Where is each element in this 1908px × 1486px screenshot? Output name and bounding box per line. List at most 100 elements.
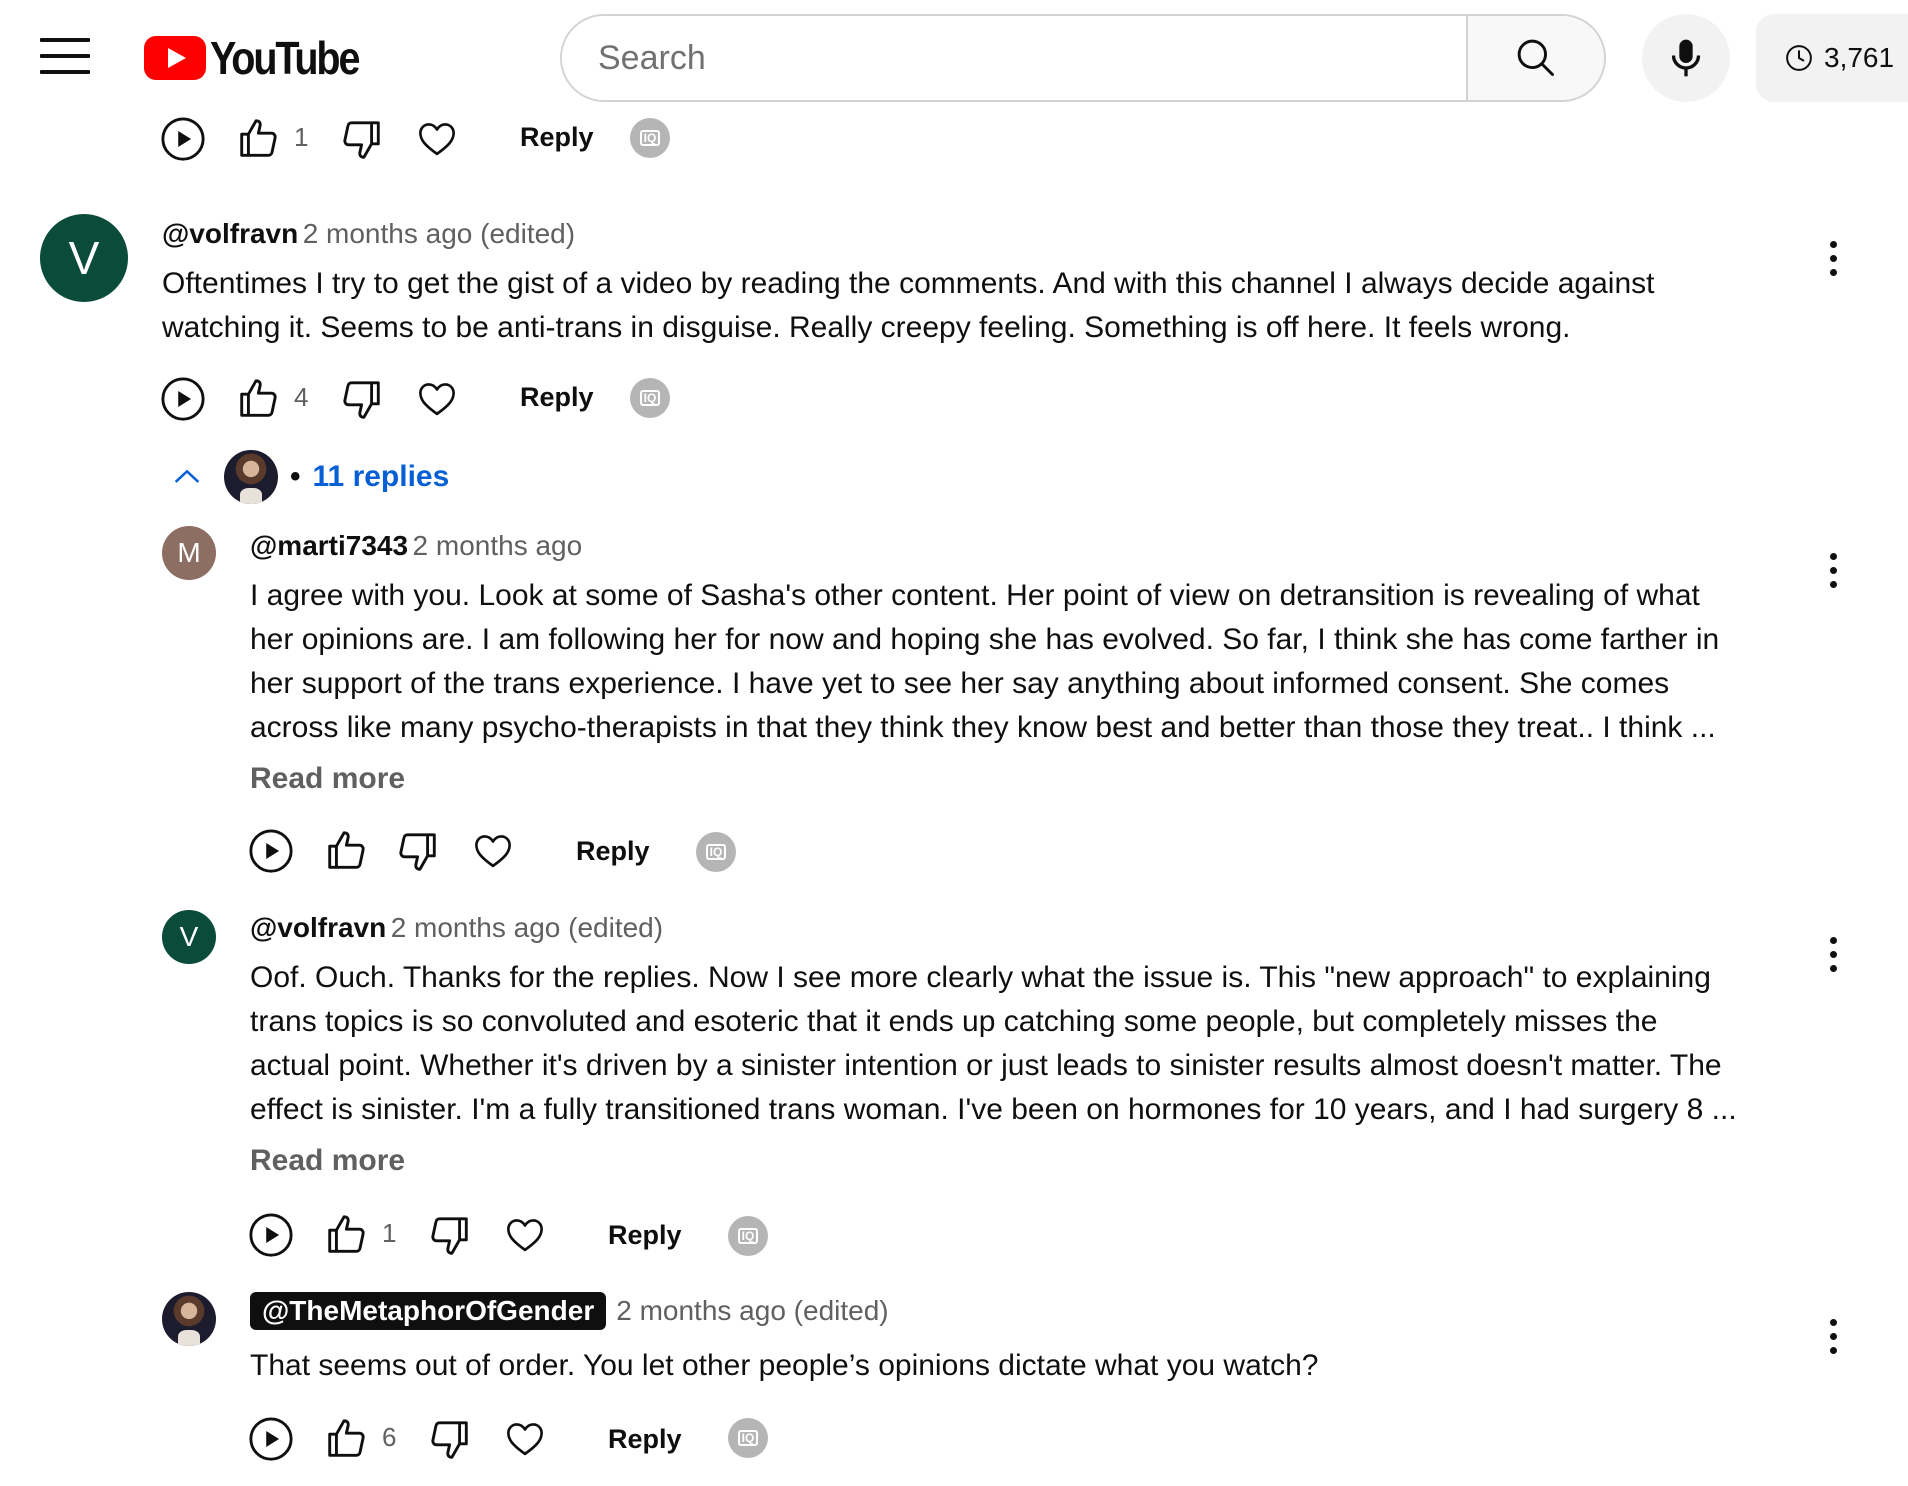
more-vertical-icon bbox=[1829, 268, 1837, 276]
heart-button[interactable] bbox=[414, 376, 460, 422]
thumbs-up-icon bbox=[240, 379, 277, 417]
thumbs-down-icon bbox=[343, 381, 380, 419]
reply-button[interactable]: Reply bbox=[576, 836, 650, 867]
reply-button[interactable]: Reply bbox=[520, 382, 594, 413]
reply-text-line: Oof. Ouch. Thanks for the replies. Now I… bbox=[250, 961, 1711, 994]
voice-search-button[interactable] bbox=[1642, 14, 1730, 102]
avatar-letter: V bbox=[68, 232, 100, 284]
thumbs-up-icon bbox=[328, 1419, 365, 1457]
iq-icon: IQ bbox=[737, 1430, 759, 1446]
reply-text: Oof. Ouch. Thanks for the replies. Now I… bbox=[250, 956, 1770, 1132]
heart-icon bbox=[475, 835, 511, 868]
read-more-link[interactable]: Read more bbox=[250, 762, 405, 796]
like-button[interactable] bbox=[322, 1414, 370, 1462]
read-more-link[interactable]: Read more bbox=[250, 1144, 405, 1178]
comment-text: Oftentimes I try to get the gist of a vi… bbox=[162, 262, 1722, 350]
play-comment-button[interactable] bbox=[248, 1416, 294, 1462]
watch-history-button[interactable]: 3,761 bbox=[1756, 14, 1908, 102]
avatar-letter: M bbox=[177, 537, 201, 568]
like-count: 1 bbox=[382, 1218, 397, 1248]
search-input[interactable] bbox=[562, 16, 1466, 100]
heart-icon bbox=[419, 383, 455, 416]
iq-icon: IQ bbox=[705, 844, 727, 860]
iq-icon: IQ bbox=[737, 1228, 759, 1244]
menu-icon-bar bbox=[40, 54, 90, 58]
chevron-up-icon bbox=[174, 469, 200, 483]
reply-text-line: That seems out of order. You let other p… bbox=[250, 1349, 1319, 1382]
thumbs-down-icon bbox=[431, 1421, 468, 1459]
iq-icon: IQ bbox=[639, 130, 661, 146]
avatar[interactable]: V bbox=[40, 214, 128, 302]
like-button[interactable] bbox=[322, 1210, 370, 1258]
more-vertical-icon bbox=[1829, 964, 1837, 972]
play-comment-button[interactable] bbox=[160, 116, 206, 162]
more-vertical-icon bbox=[1829, 1346, 1837, 1354]
extension-iq-button[interactable]: IQ bbox=[728, 1418, 768, 1458]
reply-author[interactable]: @marti7343 bbox=[250, 530, 408, 561]
reply-button[interactable]: Reply bbox=[608, 1220, 682, 1251]
reply-header: @marti7343 2 months ago bbox=[250, 530, 582, 562]
comment-text-line: Oftentimes I try to get the gist of a vi… bbox=[162, 267, 1655, 300]
reply-author[interactable]: @volfravn bbox=[250, 912, 386, 943]
like-button[interactable] bbox=[234, 114, 282, 162]
comment-timestamp: 2 months ago (edited) bbox=[302, 218, 576, 249]
history-count: 3,761 bbox=[1824, 42, 1895, 73]
more-vertical-icon bbox=[1829, 936, 1837, 944]
heart-button[interactable] bbox=[502, 1416, 548, 1462]
reply-timestamp: 2 months ago bbox=[412, 530, 583, 561]
reply-menu-button[interactable] bbox=[1818, 540, 1848, 600]
avatar[interactable] bbox=[162, 1292, 216, 1346]
extension-iq-button[interactable]: IQ bbox=[696, 832, 736, 872]
thumbs-up-icon bbox=[328, 831, 365, 869]
reply-button[interactable]: Reply bbox=[608, 1424, 682, 1455]
dislike-button[interactable] bbox=[426, 1212, 474, 1260]
like-button[interactable] bbox=[322, 826, 370, 874]
play-circle-icon bbox=[161, 117, 205, 161]
play-comment-button[interactable] bbox=[248, 828, 294, 874]
more-vertical-icon bbox=[1829, 552, 1837, 560]
clock-icon bbox=[1786, 45, 1812, 71]
more-vertical-icon bbox=[1829, 240, 1837, 248]
dislike-button[interactable] bbox=[394, 828, 442, 876]
play-circle-icon bbox=[249, 1213, 293, 1257]
dislike-button[interactable] bbox=[426, 1416, 474, 1464]
avatar-letter: V bbox=[179, 921, 199, 952]
youtube-logo[interactable]: YouTube bbox=[144, 32, 382, 84]
menu-icon-bar bbox=[40, 38, 90, 42]
more-vertical-icon bbox=[1829, 254, 1837, 262]
extension-iq-button[interactable]: IQ bbox=[630, 378, 670, 418]
play-comment-button[interactable] bbox=[248, 1212, 294, 1258]
heart-button[interactable] bbox=[470, 828, 516, 874]
dislike-button[interactable] bbox=[338, 376, 386, 424]
more-vertical-icon bbox=[1829, 1318, 1837, 1326]
heart-button[interactable] bbox=[414, 116, 460, 162]
reply-text: I agree with you. Look at some of Sasha'… bbox=[250, 574, 1770, 750]
avatar[interactable]: M bbox=[162, 526, 216, 580]
comment-author[interactable]: @volfravn bbox=[162, 218, 298, 249]
play-comment-button[interactable] bbox=[160, 376, 206, 422]
reply-button[interactable]: Reply bbox=[520, 122, 594, 153]
extension-iq-button[interactable]: IQ bbox=[728, 1216, 768, 1256]
heart-button[interactable] bbox=[502, 1212, 548, 1258]
dislike-button[interactable] bbox=[338, 116, 386, 164]
reply-text-line: trans topics is so convoluted and esoter… bbox=[250, 1005, 1658, 1038]
reply-menu-button[interactable] bbox=[1818, 924, 1848, 984]
replies-toggle[interactable]: • 11 replies bbox=[170, 450, 449, 504]
more-vertical-icon bbox=[1829, 566, 1837, 574]
iq-icon: IQ bbox=[639, 390, 661, 406]
like-count: 6 bbox=[382, 1422, 397, 1452]
like-count: 1 bbox=[294, 122, 309, 152]
more-vertical-icon bbox=[1829, 1332, 1837, 1340]
reply-text-line: actual point. Whether it's driven by a s… bbox=[250, 1049, 1722, 1082]
search-button[interactable] bbox=[1466, 16, 1604, 100]
comment-menu-button[interactable] bbox=[1818, 228, 1848, 288]
replies-count: 11 replies bbox=[312, 460, 450, 493]
menu-button[interactable] bbox=[40, 38, 90, 74]
reply-menu-button[interactable] bbox=[1818, 1306, 1848, 1366]
like-button[interactable] bbox=[234, 374, 282, 422]
avatar[interactable]: V bbox=[162, 910, 216, 964]
channel-owner-author[interactable]: @TheMetaphorOfGender bbox=[250, 1292, 607, 1330]
extension-iq-button[interactable]: IQ bbox=[630, 118, 670, 158]
menu-icon-bar bbox=[40, 70, 90, 74]
reply-header: @volfravn 2 months ago (edited) bbox=[250, 912, 663, 944]
